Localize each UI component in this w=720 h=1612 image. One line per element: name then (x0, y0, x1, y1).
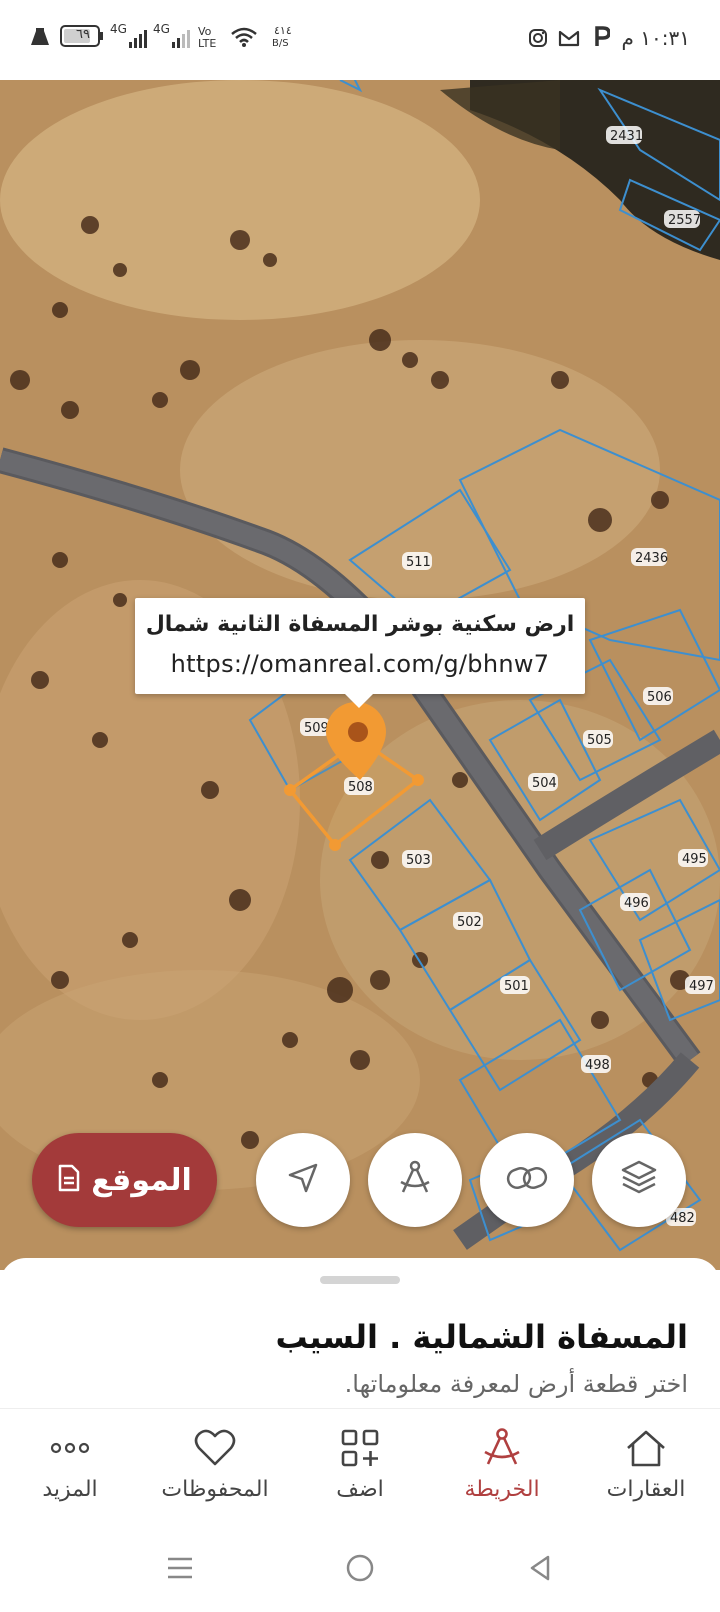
more-icon (0, 1425, 140, 1471)
home-icon (576, 1425, 716, 1471)
svg-text:506: 506 (647, 690, 672, 705)
parcel-label: 2436 (631, 548, 668, 566)
parcel-label: 503 (402, 850, 432, 868)
svg-text:498: 498 (585, 1058, 610, 1073)
layers-button[interactable] (592, 1133, 686, 1227)
parking-icon (594, 26, 611, 52)
signal-label-2: 4G (153, 22, 170, 36)
svg-text:502: 502 (457, 915, 482, 930)
nav-item-properties[interactable]: العقارات (576, 1425, 716, 1502)
parcel-label: 498 (581, 1055, 611, 1073)
home-circle-icon[interactable] (340, 1548, 380, 1588)
parcel-label: 2431 (606, 126, 643, 144)
layers-icon (619, 1158, 659, 1202)
share-link-button[interactable] (480, 1133, 574, 1227)
parcel-label: 502 (453, 912, 483, 930)
parcel-label: 504 (528, 773, 558, 791)
parcel-popup[interactable]: ارض سكنية بوشر المسفاة الثانية شمال http… (135, 598, 585, 708)
heart-icon (145, 1425, 285, 1471)
svg-text:503: 503 (406, 853, 431, 868)
warning-icon (30, 26, 50, 52)
parcel-label: 509 (300, 718, 330, 736)
parcel-label: 505 (583, 730, 613, 748)
nav-item-map[interactable]: الخريطة (432, 1425, 572, 1502)
nav-item-more[interactable]: المزيد (0, 1425, 140, 1502)
parcel-label: 501 (500, 976, 530, 994)
svg-text:509: 509 (304, 721, 329, 736)
parcel-label: 496 (620, 893, 650, 911)
speed-unit: B/S (272, 38, 289, 49)
popup-url[interactable]: https://omanreal.com/g/bhnw7 (135, 650, 585, 678)
volte-label: Vo LTE (198, 25, 217, 50)
svg-text:505: 505 (587, 733, 612, 748)
compass-draw-icon (395, 1158, 435, 1202)
instagram-icon (528, 28, 548, 52)
status-bar: ٦٩ 4G 4G Vo LTE ٤١٤ B/S ١٠:٣١ م (0, 0, 720, 80)
link-icon (506, 1163, 548, 1197)
document-icon (57, 1164, 81, 1196)
bottom-navigation: المزيد المحفوظات اضف الخريطة العقارات (0, 1408, 720, 1518)
parcel-label: 495 (678, 849, 708, 867)
svg-text:497: 497 (689, 979, 714, 994)
svg-text:495: 495 (682, 852, 707, 867)
navigate-icon (286, 1161, 320, 1199)
signal-label-1: 4G (110, 22, 127, 36)
location-button-label: الموقع (91, 1162, 192, 1198)
parcel-label: 511 (402, 552, 432, 570)
measure-button[interactable] (368, 1133, 462, 1227)
wifi-icon (230, 26, 258, 52)
popup-title: ارض سكنية بوشر المسفاة الثانية شمال (145, 612, 575, 637)
nav-label-map: الخريطة (464, 1477, 540, 1502)
parcel-label: 2557 (664, 210, 701, 228)
map-compass-icon (432, 1425, 572, 1471)
battery-level: ٦٩ (76, 27, 90, 42)
nav-label-more: المزيد (42, 1477, 98, 1502)
map-view[interactable]: 2431 2557 2436 511 506 505 504 509 503 5… (0, 80, 720, 1270)
location-button[interactable]: الموقع (32, 1133, 217, 1227)
svg-text:2557: 2557 (668, 213, 701, 228)
parcel-label: 497 (685, 976, 715, 994)
area-subtitle: اختر قطعة أرض لمعرفة معلوماتها. (344, 1370, 688, 1398)
gmail-icon (558, 28, 580, 52)
nav-label-add: اضف (336, 1477, 384, 1502)
system-navigation-bar (0, 1518, 720, 1612)
nav-label-properties: العقارات (606, 1477, 686, 1502)
back-icon[interactable] (520, 1548, 560, 1588)
bottom-sheet[interactable]: المسفاة الشمالية . السيب اختر قطعة أرض ل… (0, 1258, 720, 1408)
popup-pointer (345, 694, 373, 708)
signal-bars-icon-1 (128, 28, 150, 54)
parcel-label: 506 (643, 687, 673, 705)
svg-text:508: 508 (348, 780, 373, 795)
area-title: المسفاة الشمالية . السيب (275, 1318, 689, 1356)
svg-text:504: 504 (532, 776, 557, 791)
svg-text:2436: 2436 (635, 551, 668, 566)
nav-item-saved[interactable]: المحفوظات (145, 1425, 285, 1502)
signal-bars-icon-2 (171, 28, 193, 54)
svg-text:511: 511 (406, 555, 431, 570)
svg-text:496: 496 (624, 896, 649, 911)
svg-text:2431: 2431 (610, 129, 643, 144)
nav-item-add[interactable]: اضف (290, 1425, 430, 1502)
recent-apps-icon[interactable] (160, 1548, 200, 1588)
svg-text:482: 482 (670, 1211, 695, 1226)
clock: ١٠:٣١ م (621, 26, 690, 50)
navigate-button[interactable] (256, 1133, 350, 1227)
add-grid-icon (290, 1425, 430, 1471)
svg-text:501: 501 (504, 979, 529, 994)
speed-value: ٤١٤ (274, 24, 292, 37)
sheet-drag-handle[interactable] (320, 1276, 400, 1284)
nav-label-saved: المحفوظات (161, 1477, 269, 1502)
